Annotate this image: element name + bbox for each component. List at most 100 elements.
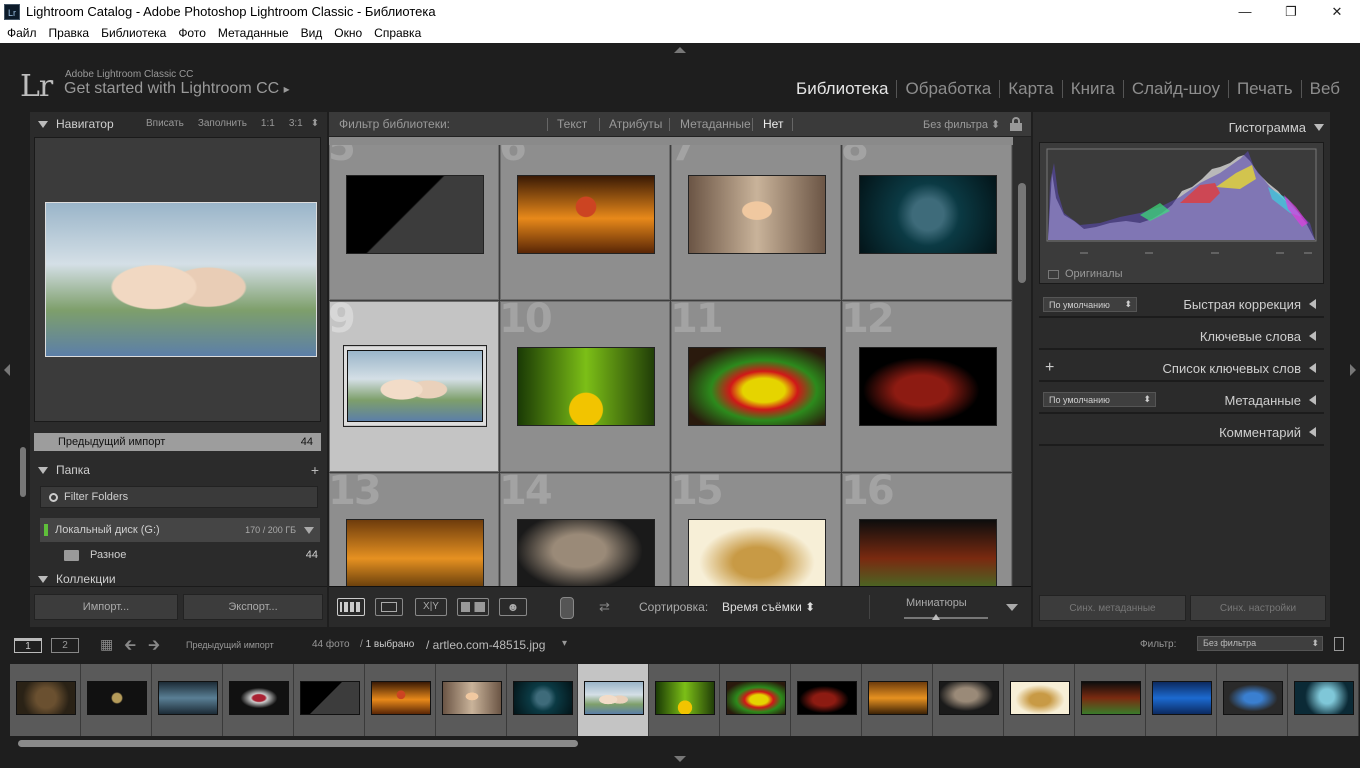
filmstrip-thumbnail[interactable] bbox=[939, 681, 999, 715]
grid-cell[interactable]: 5 bbox=[329, 145, 499, 300]
bottom-panel-toggle-icon[interactable] bbox=[674, 756, 686, 762]
filename-menu-icon[interactable]: ▾ bbox=[562, 638, 567, 649]
folder-item[interactable]: Разное 44 bbox=[40, 544, 320, 566]
filename[interactable]: / artleo.com-48515.jpg bbox=[426, 638, 545, 652]
filmstrip-thumbnail[interactable] bbox=[655, 681, 715, 715]
close-button[interactable]: ✕ bbox=[1314, 0, 1360, 23]
filter-preset-select[interactable]: Без фильтра ⬍ bbox=[923, 118, 1000, 131]
toolbar-menu-chevron-icon[interactable] bbox=[1006, 604, 1018, 611]
filmstrip-cell[interactable] bbox=[1075, 664, 1146, 736]
filmstrip-cell[interactable] bbox=[10, 664, 81, 736]
zoom-fill[interactable]: Заполнить bbox=[198, 118, 247, 129]
slider-handle[interactable] bbox=[932, 614, 940, 620]
filmstrip-thumbnail[interactable] bbox=[300, 681, 360, 715]
filmstrip-thumbnail[interactable] bbox=[584, 681, 644, 715]
menu-library[interactable]: Библиотека bbox=[101, 26, 166, 40]
grid-cell[interactable]: 10 bbox=[499, 296, 670, 472]
right-panel-toggle-icon[interactable] bbox=[1350, 364, 1356, 376]
filmstrip-cell[interactable] bbox=[933, 664, 1004, 736]
forward-arrow-icon[interactable]: 🡲 bbox=[148, 635, 160, 660]
grid-cell[interactable]: 7 bbox=[670, 145, 841, 300]
add-keyword-icon[interactable]: + bbox=[1045, 359, 1054, 377]
quick-develop-preset-select[interactable]: По умолчанию ⬍ bbox=[1043, 297, 1137, 312]
filter-lock-switch[interactable] bbox=[1334, 637, 1344, 651]
grid-cell[interactable]: 8 bbox=[841, 145, 1012, 300]
filmstrip-thumbnail[interactable] bbox=[1152, 681, 1212, 715]
metadata-preset-select[interactable]: По умолчанию ⬍ bbox=[1043, 392, 1156, 407]
get-started-link[interactable]: Get started with Lightroom CC ▸ bbox=[64, 80, 290, 98]
filter-tab-metadata[interactable]: Метаданные bbox=[680, 117, 751, 131]
module-slideshow[interactable]: Слайд-шоу bbox=[1124, 79, 1228, 99]
left-panel-scrollbar[interactable] bbox=[20, 447, 26, 497]
folders-header[interactable]: Папка + bbox=[30, 457, 327, 483]
left-panel-toggle-icon[interactable] bbox=[4, 364, 10, 376]
filmstrip-thumbnail[interactable] bbox=[229, 681, 289, 715]
grid-scrollbar[interactable] bbox=[1013, 137, 1031, 627]
zoom-fit[interactable]: Вписать bbox=[146, 118, 184, 129]
sort-select[interactable]: Время съёмки ⬍ bbox=[722, 600, 815, 614]
import-button[interactable]: Импорт... bbox=[34, 594, 178, 620]
zoom-1-1[interactable]: 1:1 bbox=[261, 118, 275, 129]
module-web[interactable]: Веб bbox=[1302, 79, 1348, 99]
people-view-icon[interactable]: ☻ bbox=[499, 598, 527, 616]
photo-thumbnail[interactable] bbox=[688, 347, 826, 426]
menu-help[interactable]: Справка bbox=[374, 26, 421, 40]
filter-tab-text[interactable]: Текст bbox=[557, 117, 587, 131]
filmstrip-cell[interactable] bbox=[649, 664, 720, 736]
filmstrip-thumbnail[interactable] bbox=[87, 681, 147, 715]
grid-icon[interactable]: ▦ bbox=[100, 636, 113, 653]
photo-thumbnail[interactable] bbox=[859, 347, 997, 426]
histogram[interactable]: Оригиналы bbox=[1039, 142, 1324, 284]
filmstrip-thumbnail[interactable] bbox=[868, 681, 928, 715]
filter-tab-attributes[interactable]: Атрибуты bbox=[609, 117, 662, 131]
keywording-header[interactable]: Ключевые слова bbox=[1039, 324, 1324, 350]
top-panel-toggle-icon[interactable] bbox=[674, 47, 686, 53]
photo-thumbnail[interactable] bbox=[688, 175, 826, 254]
filmstrip-cell[interactable] bbox=[294, 664, 365, 736]
chevron-down-icon[interactable] bbox=[304, 526, 314, 534]
module-print[interactable]: Печать bbox=[1229, 79, 1301, 99]
zoom-3-1[interactable]: 3:1 bbox=[289, 118, 303, 129]
loupe-view-icon[interactable] bbox=[375, 598, 403, 616]
filmstrip-cell[interactable] bbox=[223, 664, 294, 736]
grid-cell[interactable]: 6 bbox=[499, 145, 670, 300]
maximize-button[interactable]: ❐ bbox=[1268, 0, 1314, 23]
photo-thumbnail[interactable] bbox=[517, 175, 655, 254]
comments-header[interactable]: Комментарий bbox=[1039, 420, 1324, 446]
filmstrip-thumbnail[interactable] bbox=[513, 681, 573, 715]
grid-cell[interactable]: 9 bbox=[329, 296, 499, 472]
filmstrip-thumbnail[interactable] bbox=[158, 681, 218, 715]
grid-scroll-thumb[interactable] bbox=[1018, 183, 1026, 283]
filmstrip-thumbnail[interactable] bbox=[442, 681, 502, 715]
menu-edit[interactable]: Правка bbox=[49, 26, 90, 40]
lock-icon[interactable] bbox=[1010, 117, 1022, 131]
volume-row[interactable]: Локальный диск (G:) 170 / 200 ГБ bbox=[40, 518, 320, 542]
filmstrip-thumbnail[interactable] bbox=[1081, 681, 1141, 715]
filter-tab-none[interactable]: Нет bbox=[763, 117, 783, 131]
filmstrip-cell[interactable] bbox=[720, 664, 791, 736]
filmstrip-cell[interactable] bbox=[436, 664, 507, 736]
add-folder-icon[interactable]: + bbox=[311, 462, 319, 478]
filmstrip-cell[interactable] bbox=[152, 664, 223, 736]
thumbnail-size-slider[interactable] bbox=[904, 614, 988, 620]
photo-thumbnail[interactable] bbox=[346, 175, 484, 254]
filmstrip-thumbnail[interactable] bbox=[371, 681, 431, 715]
keyword-list-header[interactable]: + Список ключевых слов bbox=[1039, 356, 1324, 382]
menu-file[interactable]: Файл bbox=[7, 26, 37, 40]
filmstrip-scrollbar[interactable] bbox=[18, 740, 578, 747]
photo-thumbnail[interactable] bbox=[859, 175, 997, 254]
filmstrip-thumbnail[interactable] bbox=[1223, 681, 1283, 715]
photo-thumbnail[interactable] bbox=[517, 347, 655, 426]
collections-header[interactable]: Коллекции bbox=[30, 572, 327, 586]
filmstrip-cell[interactable] bbox=[578, 664, 649, 736]
originals-checkbox[interactable] bbox=[1048, 270, 1059, 279]
module-develop[interactable]: Обработка bbox=[897, 79, 999, 99]
filmstrip-thumbnail[interactable] bbox=[1010, 681, 1070, 715]
menu-metadata[interactable]: Метаданные bbox=[218, 26, 289, 40]
photo-thumbnail[interactable] bbox=[344, 347, 486, 425]
menu-view[interactable]: Вид bbox=[301, 26, 323, 40]
navigator-preview[interactable] bbox=[34, 137, 321, 422]
filmstrip-cell[interactable] bbox=[791, 664, 862, 736]
filmstrip-cell[interactable] bbox=[81, 664, 152, 736]
menu-window[interactable]: Окно bbox=[334, 26, 362, 40]
